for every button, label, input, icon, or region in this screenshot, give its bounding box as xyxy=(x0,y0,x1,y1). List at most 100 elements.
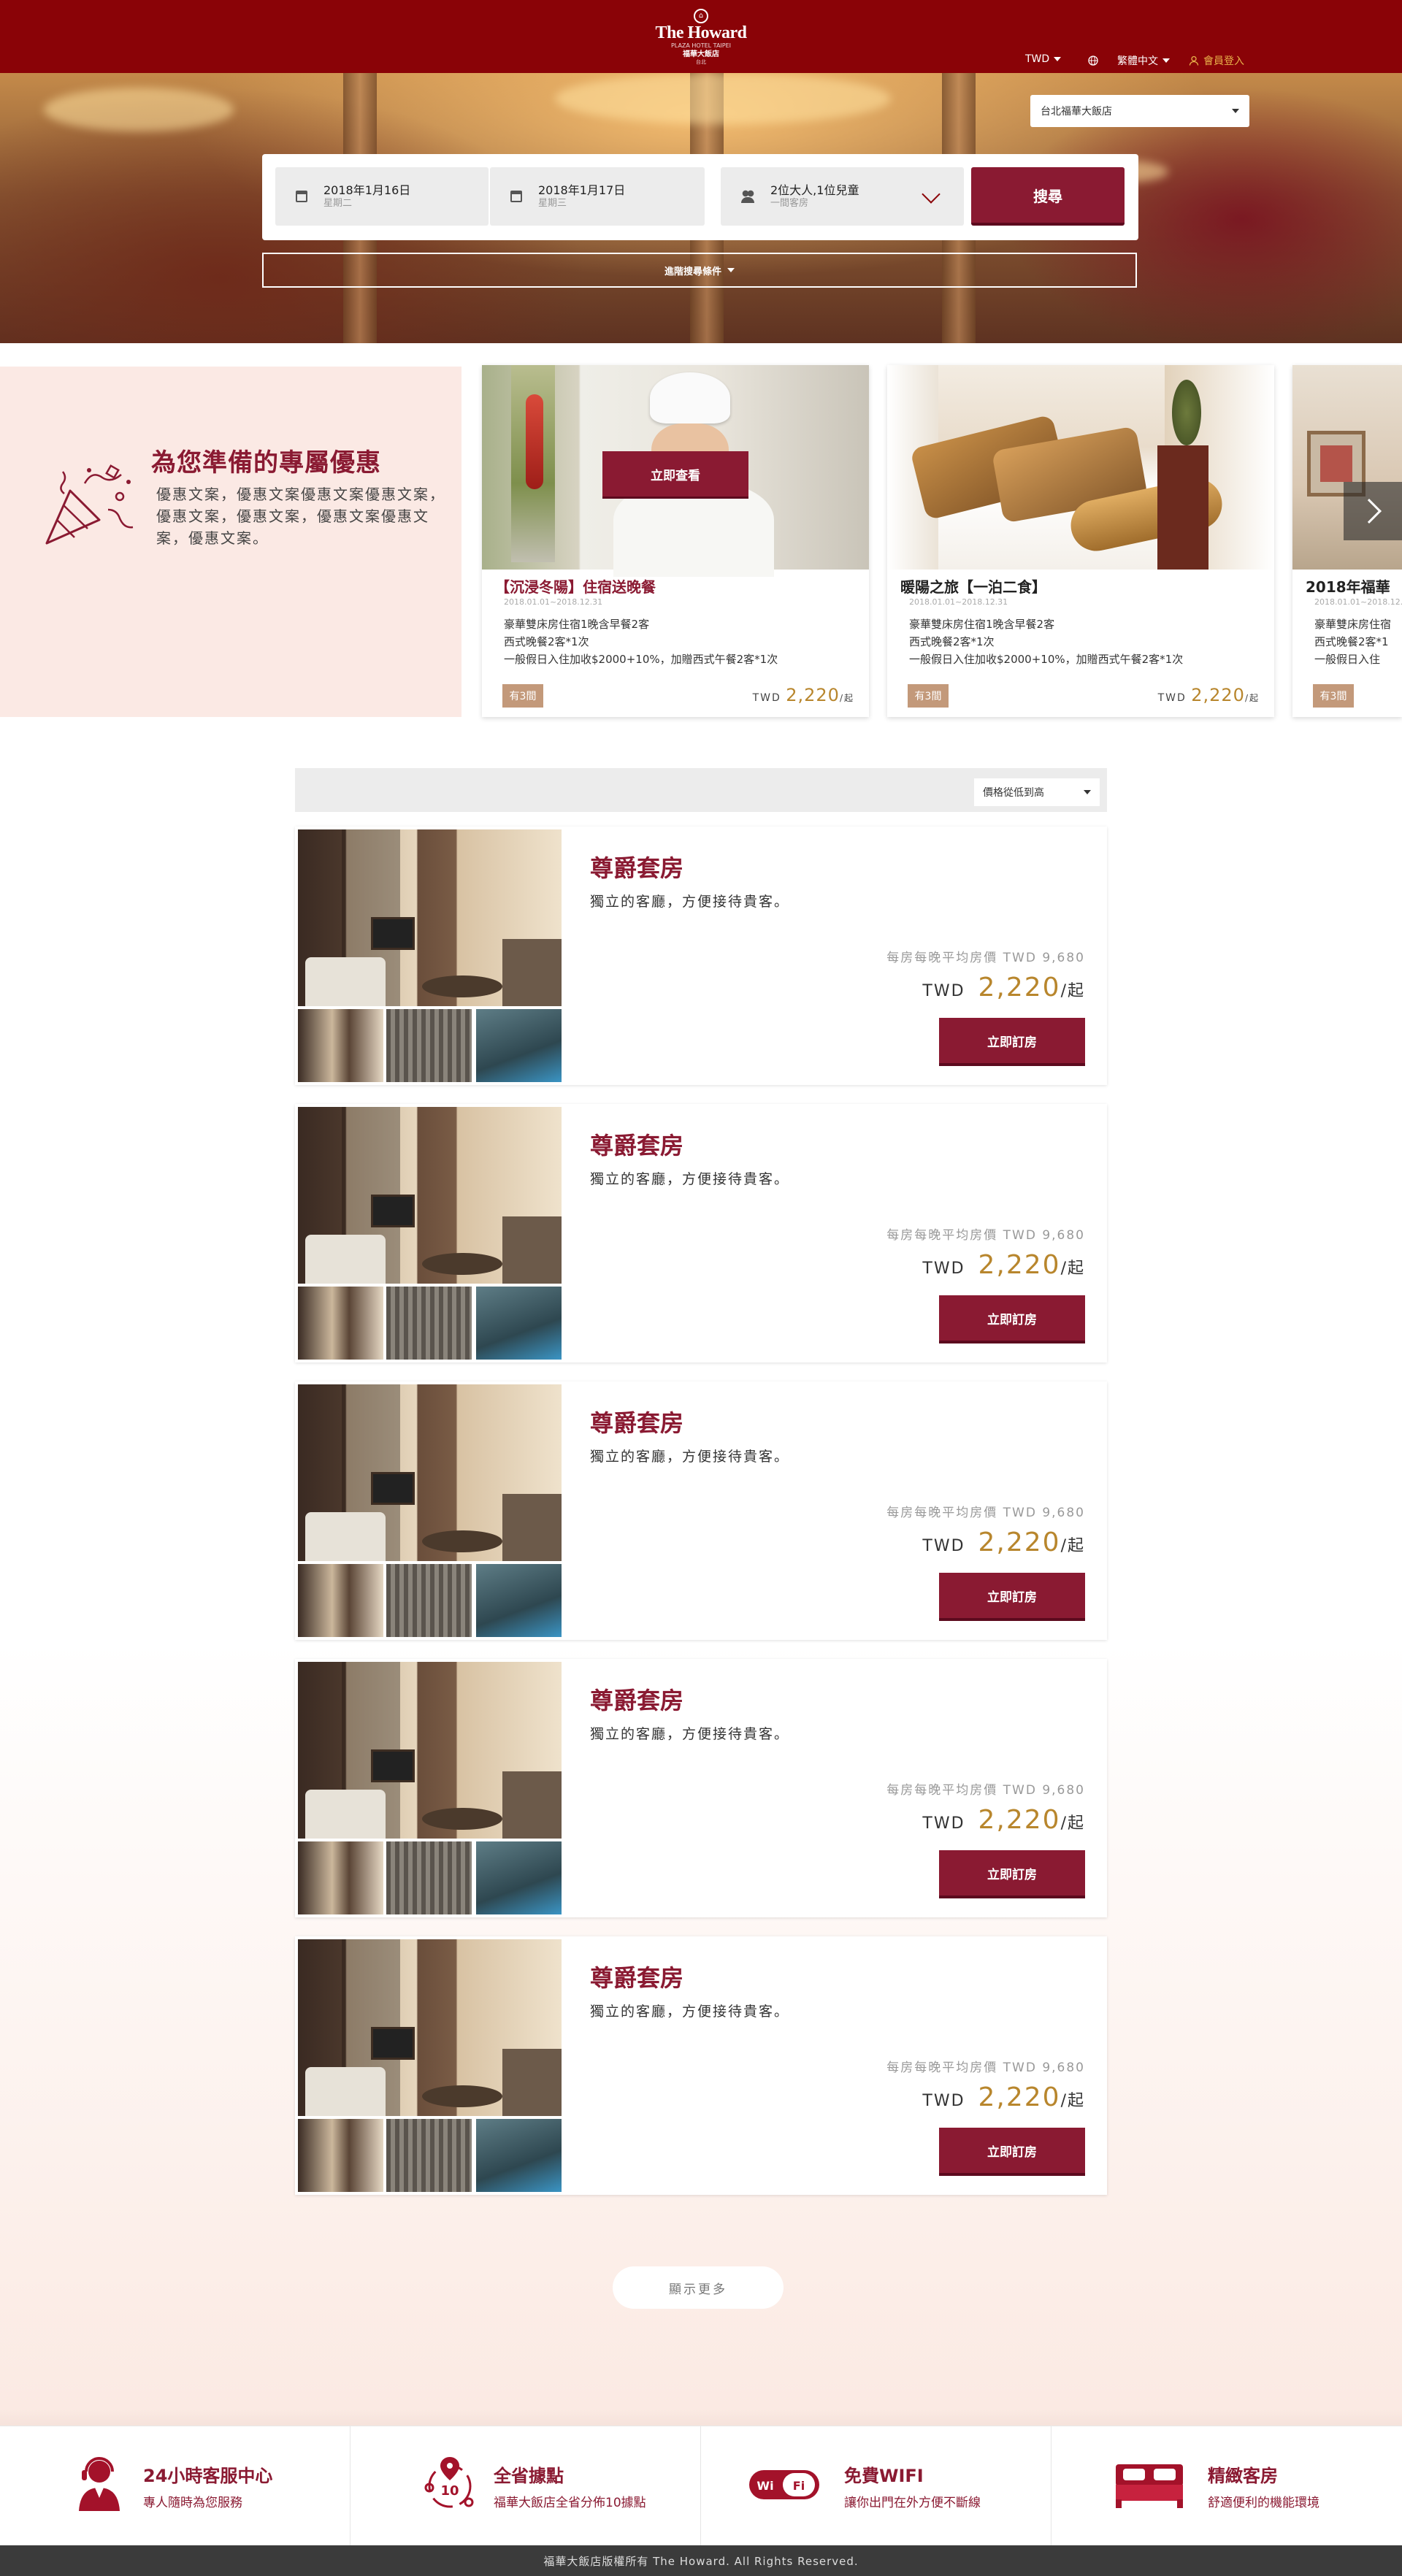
room-card: 尊爵套房 獨立的客廳，方便接待貴客。 每房每晚平均房價 TWD 9,680 TW… xyxy=(295,827,1107,1085)
carousel-next-button[interactable] xyxy=(1344,482,1402,540)
room-main-photo[interactable] xyxy=(298,1107,562,1284)
book-now-button[interactable]: 立即訂房 xyxy=(939,1850,1085,1895)
feature-title: 24小時客服中心 xyxy=(143,2466,273,2486)
promo-card[interactable]: 暖陽之旅【一泊二食】 2018.01.01~2018.12.31 豪華雙床房住宿… xyxy=(887,365,1274,717)
checkin-date: 2018年1月16日 xyxy=(323,183,411,197)
room-thumbnail[interactable] xyxy=(298,1287,383,1360)
room-average-price: 每房每晚平均房價 TWD 9,680 xyxy=(886,1783,1085,1798)
location-pin-icon: 10 xyxy=(424,2457,474,2508)
promo-card-date: 2018.01.01~2018.12.31 xyxy=(1314,597,1402,607)
room-main-photo[interactable] xyxy=(298,1384,562,1561)
features-bar: 24小時客服中心 專人隨時為您服務 10 全省據點 福華大飯店全省分佈10據點 … xyxy=(0,2426,1402,2546)
globe-icon xyxy=(1088,55,1098,66)
room-thumbnail[interactable] xyxy=(386,1287,472,1360)
site-header: ⌂ The Howard PLAZA HOTEL TAIPEI 福華大飯店 台北… xyxy=(0,0,1402,73)
sort-select[interactable]: 價格從低到高 xyxy=(974,778,1100,806)
checkin-field[interactable]: 2018年1月16日 星期二 xyxy=(275,167,489,226)
book-now-button[interactable]: 立即訂房 xyxy=(939,1018,1085,1063)
language-selector[interactable]: 繁體中文 xyxy=(1088,53,1170,68)
promo-card-line: 一般假日入住 xyxy=(1314,653,1381,666)
checkin-day: 星期二 xyxy=(323,198,353,209)
show-more-label: 顯示更多 xyxy=(669,2282,727,2297)
room-card: 尊爵套房 獨立的客廳，方便接待貴客。 每房每晚平均房價 TWD 9,680 TW… xyxy=(295,1381,1107,1640)
hero-light xyxy=(44,88,234,131)
advanced-search-toggle[interactable]: 進階搜尋條件 xyxy=(262,253,1137,288)
logo-name: The Howard xyxy=(655,23,747,42)
chevron-right-icon xyxy=(1357,499,1382,524)
hero-light xyxy=(555,73,891,124)
chevron-down-icon xyxy=(922,185,941,204)
caret-down-icon xyxy=(727,268,735,272)
promo-card-line: 西式晚餐2客*1次 xyxy=(909,635,995,648)
price-value: 2,220 xyxy=(978,1527,1061,1557)
room-main-photo[interactable] xyxy=(298,1939,562,2116)
promo-card[interactable]: 2018年福華 2018.01.01~2018.12.31 豪華雙床房住宿 西式… xyxy=(1292,365,1402,717)
checkout-field[interactable]: 2018年1月17日 星期三 xyxy=(490,167,705,226)
promo-description: 優惠文案，優惠文案優惠文案優惠文案，優惠文案，優惠文案，優惠文案優惠文案，優惠文… xyxy=(156,486,445,547)
currency: TWD xyxy=(922,1260,965,1278)
room-thumbnail[interactable] xyxy=(298,1841,383,1914)
view-offer-button[interactable]: 立即查看 xyxy=(602,451,748,497)
hotel-logo[interactable]: ⌂ The Howard PLAZA HOTEL TAIPEI 福華大飯店 台北 xyxy=(643,6,759,67)
room-name: 尊爵套房 xyxy=(590,1964,684,1992)
room-thumbnail[interactable] xyxy=(386,2119,472,2192)
promo-title: 為您準備的專屬優惠 xyxy=(151,448,381,478)
feature-description: 福華大飯店全省分佈10據點 xyxy=(494,2496,646,2510)
room-card: 尊爵套房 獨立的客廳，方便接待貴客。 每房每晚平均房價 TWD 9,680 TW… xyxy=(295,1104,1107,1362)
book-now-button[interactable]: 立即訂房 xyxy=(939,1573,1085,1618)
price-unit: /起 xyxy=(1244,693,1260,703)
promo-card-title: 【沉浸冬陽】住宿送晚餐 xyxy=(495,578,656,596)
price-value: 2,220 xyxy=(1191,685,1245,705)
promo-card-image: 立即查看 xyxy=(482,365,869,577)
price-unit: /起 xyxy=(1060,2092,1085,2110)
room-thumbnail[interactable] xyxy=(476,1009,562,1082)
promo-card-date: 2018.01.01~2018.12.31 xyxy=(504,597,603,607)
room-thumbnail[interactable] xyxy=(298,1564,383,1637)
caret-down-icon xyxy=(1084,790,1091,794)
feature-title: 全省據點 xyxy=(494,2466,564,2486)
feature-wifi: Wi Fi 免費WIFI 讓你出門在外方便不斷線 xyxy=(701,2426,1052,2546)
checkout-date: 2018年1月17日 xyxy=(538,183,626,197)
currency: TWD xyxy=(922,982,965,1000)
guests-count: 2位大人,1位兒童 xyxy=(770,183,859,197)
room-thumbnail[interactable] xyxy=(386,1564,472,1637)
room-thumbnail[interactable] xyxy=(298,1009,383,1082)
room-thumbnail[interactable] xyxy=(298,2119,383,2192)
book-now-button[interactable]: 立即訂房 xyxy=(939,2128,1085,2173)
room-thumbnail[interactable] xyxy=(476,2119,562,2192)
wifi-icon: Wi Fi xyxy=(749,2470,819,2499)
room-thumbnail[interactable] xyxy=(386,1841,472,1914)
book-now-button[interactable]: 立即訂房 xyxy=(939,1295,1085,1341)
search-box: 2018年1月16日 星期二 2018年1月17日 星期三 2位大人,1位兒童 … xyxy=(262,154,1138,240)
room-thumbnail[interactable] xyxy=(476,1287,562,1360)
feature-rooms: 精緻客房 舒適便利的機能環境 xyxy=(1052,2426,1402,2546)
availability-badge: 有3間 xyxy=(908,684,949,708)
currency: TWD xyxy=(1157,692,1187,704)
customer-service-icon xyxy=(79,2457,120,2511)
currency-selector[interactable]: TWD xyxy=(1025,53,1062,65)
guests-field[interactable]: 2位大人,1位兒童 一間客房 xyxy=(721,167,964,226)
hotel-select[interactable]: 台北福華大飯店 xyxy=(1030,95,1249,127)
svg-text:Wi: Wi xyxy=(756,2479,773,2493)
show-more-button[interactable]: 顯示更多 xyxy=(613,2266,784,2309)
room-thumbnail[interactable] xyxy=(386,1009,472,1082)
search-button[interactable]: 搜尋 xyxy=(971,167,1125,226)
location-count-badge: 10 xyxy=(440,2483,459,2499)
promo-card-line: 一般假日入住加收$2000+10%，加贈西式午餐2客*1次 xyxy=(504,653,778,666)
promo-card-price: TWD 2,220/起 xyxy=(753,685,854,705)
room-thumbnail[interactable] xyxy=(476,1841,562,1914)
caret-down-icon xyxy=(1232,109,1239,113)
feature-customer-service: 24小時客服中心 專人隨時為您服務 xyxy=(0,2426,350,2546)
room-description: 獨立的客廳，方便接待貴客。 xyxy=(590,2004,790,2020)
promo-card[interactable]: 立即查看 【沉浸冬陽】住宿送晚餐 2018.01.01~2018.12.31 豪… xyxy=(482,365,869,717)
language-label: 繁體中文 xyxy=(1117,55,1158,67)
price-value: 2,220 xyxy=(978,2082,1061,2112)
member-login-link[interactable]: 會員登入 xyxy=(1189,53,1244,68)
guests-icon xyxy=(741,190,754,203)
room-thumbnail[interactable] xyxy=(476,1564,562,1637)
room-card: 尊爵套房 獨立的客廳，方便接待貴客。 每房每晚平均房價 TWD 9,680 TW… xyxy=(295,1659,1107,1917)
room-main-photo[interactable] xyxy=(298,1662,562,1839)
calendar-icon xyxy=(296,191,307,202)
room-average-price: 每房每晚平均房價 TWD 9,680 xyxy=(886,951,1085,965)
room-main-photo[interactable] xyxy=(298,829,562,1006)
